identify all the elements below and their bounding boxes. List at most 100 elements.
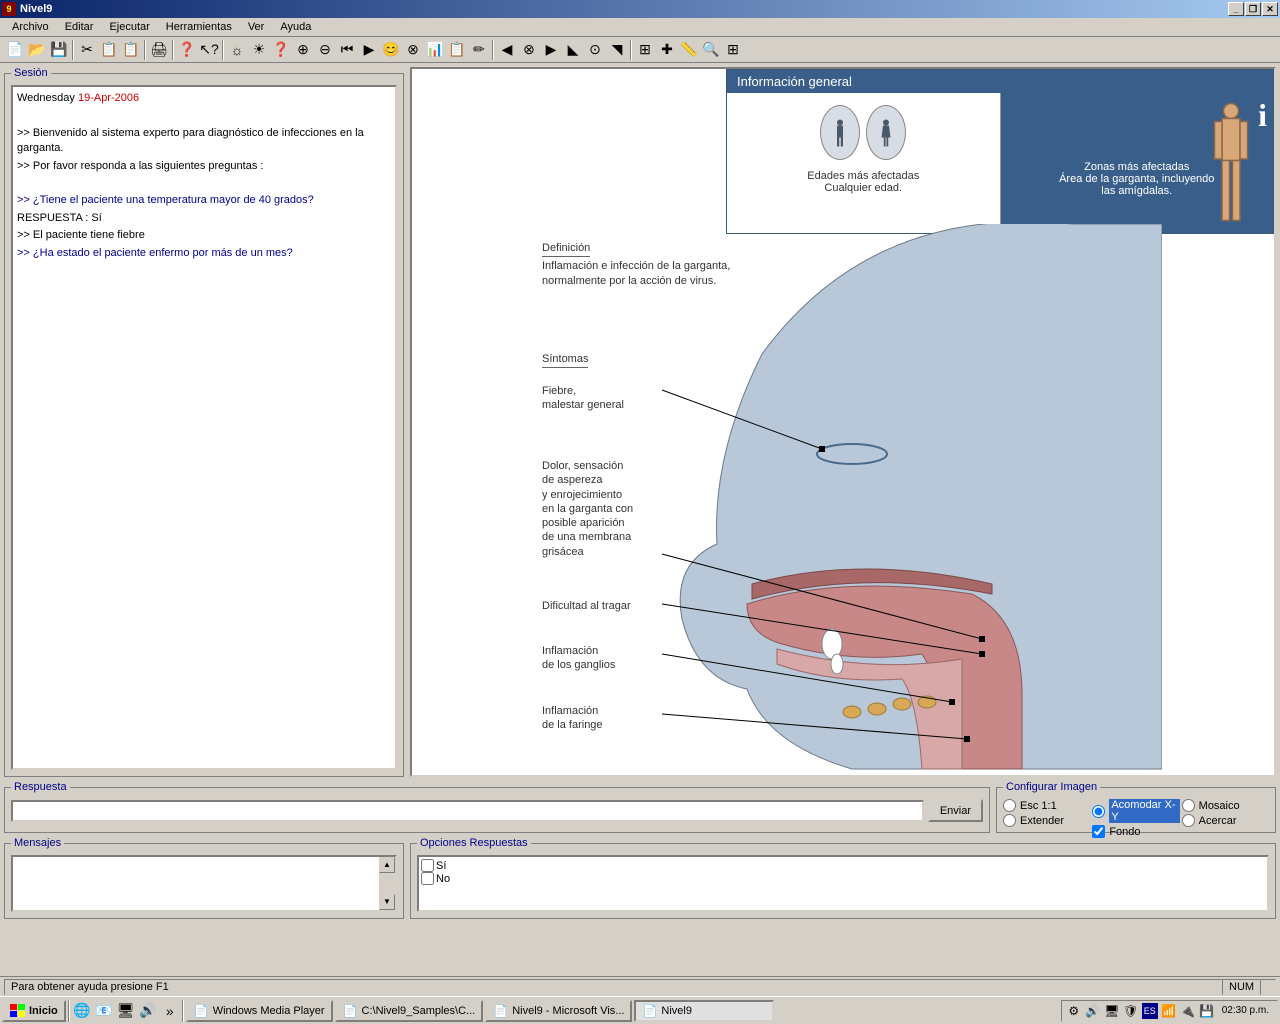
ql-desktop-icon[interactable]: 🖥 bbox=[116, 1001, 136, 1021]
tray-icon[interactable]: 💾 bbox=[1199, 1003, 1215, 1019]
mensajes-legend: Mensajes bbox=[11, 837, 64, 849]
window-title: Nivel9 bbox=[20, 3, 1228, 15]
menubar: ArchivoEditarEjecutarHerramientasVerAyud… bbox=[0, 18, 1280, 37]
opt-mosaico[interactable]: Mosaico bbox=[1182, 799, 1269, 812]
session-textarea[interactable]: Wednesday 19-Apr-2006 >> Bienvenido al s… bbox=[11, 85, 397, 770]
circle-icon[interactable]: ⊙ bbox=[584, 39, 606, 61]
arrow-left-icon[interactable]: ◀ bbox=[496, 39, 518, 61]
menu-editar[interactable]: Editar bbox=[57, 19, 102, 35]
head-anatomy-illustration bbox=[522, 224, 1162, 777]
scroll-up-button[interactable]: ▲ bbox=[379, 857, 395, 873]
enviar-button[interactable]: Enviar bbox=[928, 799, 983, 822]
opt-extender[interactable]: Extender bbox=[1003, 814, 1090, 827]
config-fieldset: Configurar Imagen Esc 1:1 Extender Acomo… bbox=[996, 781, 1276, 833]
image-viewer: Información general Edades más afectadas… bbox=[410, 67, 1276, 777]
ql-more-icon[interactable]: » bbox=[160, 1001, 180, 1021]
close-button[interactable]: ✕ bbox=[1262, 2, 1278, 16]
tray-icon[interactable]: 🛡 bbox=[1123, 1003, 1139, 1019]
ruler-icon[interactable]: 📏 bbox=[678, 39, 700, 61]
tray-icon[interactable]: ES bbox=[1142, 1003, 1158, 1019]
option-item[interactable]: No bbox=[421, 872, 1265, 885]
plus-icon[interactable]: ⊕ bbox=[292, 39, 314, 61]
menu-herramientas[interactable]: Herramientas bbox=[158, 19, 240, 35]
info-title: Información general bbox=[727, 70, 1273, 93]
respuesta-fieldset: Respuesta Enviar bbox=[4, 781, 990, 833]
save-icon[interactable]: 💾 bbox=[48, 39, 70, 61]
session-legend: Sesión bbox=[11, 67, 51, 79]
target-icon[interactable]: ⊗ bbox=[518, 39, 540, 61]
chart-icon[interactable]: 📊 bbox=[424, 39, 446, 61]
context-help-icon[interactable]: ↖? bbox=[198, 39, 220, 61]
opciones-legend: Opciones Respuestas bbox=[417, 837, 531, 849]
cut-icon[interactable]: ✂ bbox=[76, 39, 98, 61]
body-figure-icon bbox=[1201, 99, 1261, 249]
light-icon[interactable]: ☼ bbox=[226, 39, 248, 61]
info-header: Información general Edades más afectadas… bbox=[726, 69, 1274, 234]
clipboard-icon[interactable]: 📋 bbox=[446, 39, 468, 61]
status-help-text: Para obtener ayuda presione F1 bbox=[4, 979, 1222, 995]
titlebar: 9 Nivel9 _ ❐ ✕ bbox=[0, 0, 1280, 18]
config-legend: Configurar Imagen bbox=[1003, 781, 1100, 793]
tray-icon[interactable]: 🔊 bbox=[1085, 1003, 1101, 1019]
print-icon[interactable]: 🖨 bbox=[148, 39, 170, 61]
opciones-list[interactable]: SíNo bbox=[417, 855, 1269, 912]
menu-ayuda[interactable]: Ayuda bbox=[272, 19, 319, 35]
status-num: NUM bbox=[1222, 979, 1260, 995]
maximize-button[interactable]: ❐ bbox=[1245, 2, 1261, 16]
start-button[interactable]: Inicio bbox=[2, 1000, 66, 1022]
question-icon[interactable]: ❓ bbox=[270, 39, 292, 61]
mensajes-textarea[interactable]: ▲ ▼ bbox=[11, 855, 397, 912]
taskbar-task[interactable]: 📄Nivel9 - Microsoft Vis... bbox=[485, 1000, 632, 1022]
ql-ie-icon[interactable]: 🌐 bbox=[72, 1001, 92, 1021]
ages-box: Edades más afectadas Cualquier edad. bbox=[727, 93, 1000, 233]
prev-icon[interactable]: ⏮ bbox=[336, 39, 358, 61]
paste-icon[interactable]: 📋 bbox=[120, 39, 142, 61]
crosshair-icon[interactable]: ✚ bbox=[656, 39, 678, 61]
copy-icon[interactable]: 📋 bbox=[98, 39, 120, 61]
panels-icon[interactable]: ⊞ bbox=[722, 39, 744, 61]
flag-up-icon[interactable]: ◥ bbox=[606, 39, 628, 61]
zoom-icon[interactable]: 🔍 bbox=[700, 39, 722, 61]
female-icon bbox=[866, 105, 906, 160]
windows-logo-icon bbox=[10, 1004, 26, 1018]
play-icon[interactable]: ▶ bbox=[358, 39, 380, 61]
opt-acercar[interactable]: Acercar bbox=[1182, 814, 1269, 827]
session-fieldset: Sesión Wednesday 19-Apr-2006 >> Bienveni… bbox=[4, 67, 404, 777]
session-line: >> ¿Ha estado el paciente enfermo por má… bbox=[17, 246, 391, 261]
scroll-down-button[interactable]: ▼ bbox=[379, 894, 395, 910]
opt-esc[interactable]: Esc 1:1 bbox=[1003, 799, 1090, 812]
tray-icon[interactable]: 🖥 bbox=[1104, 1003, 1120, 1019]
menu-ver[interactable]: Ver bbox=[240, 19, 273, 35]
minus-icon[interactable]: ⊖ bbox=[314, 39, 336, 61]
minimize-button[interactable]: _ bbox=[1228, 2, 1244, 16]
arrow-right-icon[interactable]: ▶ bbox=[540, 39, 562, 61]
taskbar-task[interactable]: 📄C:\Nivel9_Samples\C... bbox=[335, 1000, 484, 1022]
help-icon[interactable]: ❓ bbox=[176, 39, 198, 61]
option-item[interactable]: Sí bbox=[421, 859, 1265, 872]
face-icon[interactable]: 😊 bbox=[380, 39, 402, 61]
session-line: >> El paciente tiene fiebre bbox=[17, 228, 391, 243]
session-line: >> Bienvenido al sistema experto para di… bbox=[17, 126, 391, 157]
ql-outlook-icon[interactable]: 📧 bbox=[94, 1001, 114, 1021]
tray-icon[interactable]: ⚙ bbox=[1066, 1003, 1082, 1019]
menu-archivo[interactable]: Archivo bbox=[4, 19, 57, 35]
tray-icon[interactable]: 📶 bbox=[1161, 1003, 1177, 1019]
pencil-icon[interactable]: ✏ bbox=[468, 39, 490, 61]
respuesta-input[interactable] bbox=[11, 800, 924, 822]
menu-ejecutar[interactable]: Ejecutar bbox=[101, 19, 157, 35]
zones-box: i Zonas más afectadas bbox=[1001, 93, 1274, 233]
stop-icon[interactable]: ⊗ bbox=[402, 39, 424, 61]
sun-icon[interactable]: ☀ bbox=[248, 39, 270, 61]
opt-acomodar[interactable]: Acomodar X-Y bbox=[1092, 799, 1179, 823]
new-icon[interactable]: 📄 bbox=[4, 39, 26, 61]
session-line: >> Por favor responda a las siguientes p… bbox=[17, 159, 391, 174]
tray-clock[interactable]: 02:30 p.m. bbox=[1218, 1005, 1273, 1016]
taskbar-task[interactable]: 📄Windows Media Player bbox=[186, 1000, 333, 1022]
resize-grip[interactable] bbox=[1260, 979, 1276, 995]
ql-media-icon[interactable]: 🔊 bbox=[138, 1001, 158, 1021]
grid-icon[interactable]: ⊞ bbox=[634, 39, 656, 61]
flag-down-icon[interactable]: ◣ bbox=[562, 39, 584, 61]
tray-icon[interactable]: 🔌 bbox=[1180, 1003, 1196, 1019]
taskbar-task[interactable]: 📄Nivel9 bbox=[634, 1000, 774, 1022]
open-icon[interactable]: 📂 bbox=[26, 39, 48, 61]
